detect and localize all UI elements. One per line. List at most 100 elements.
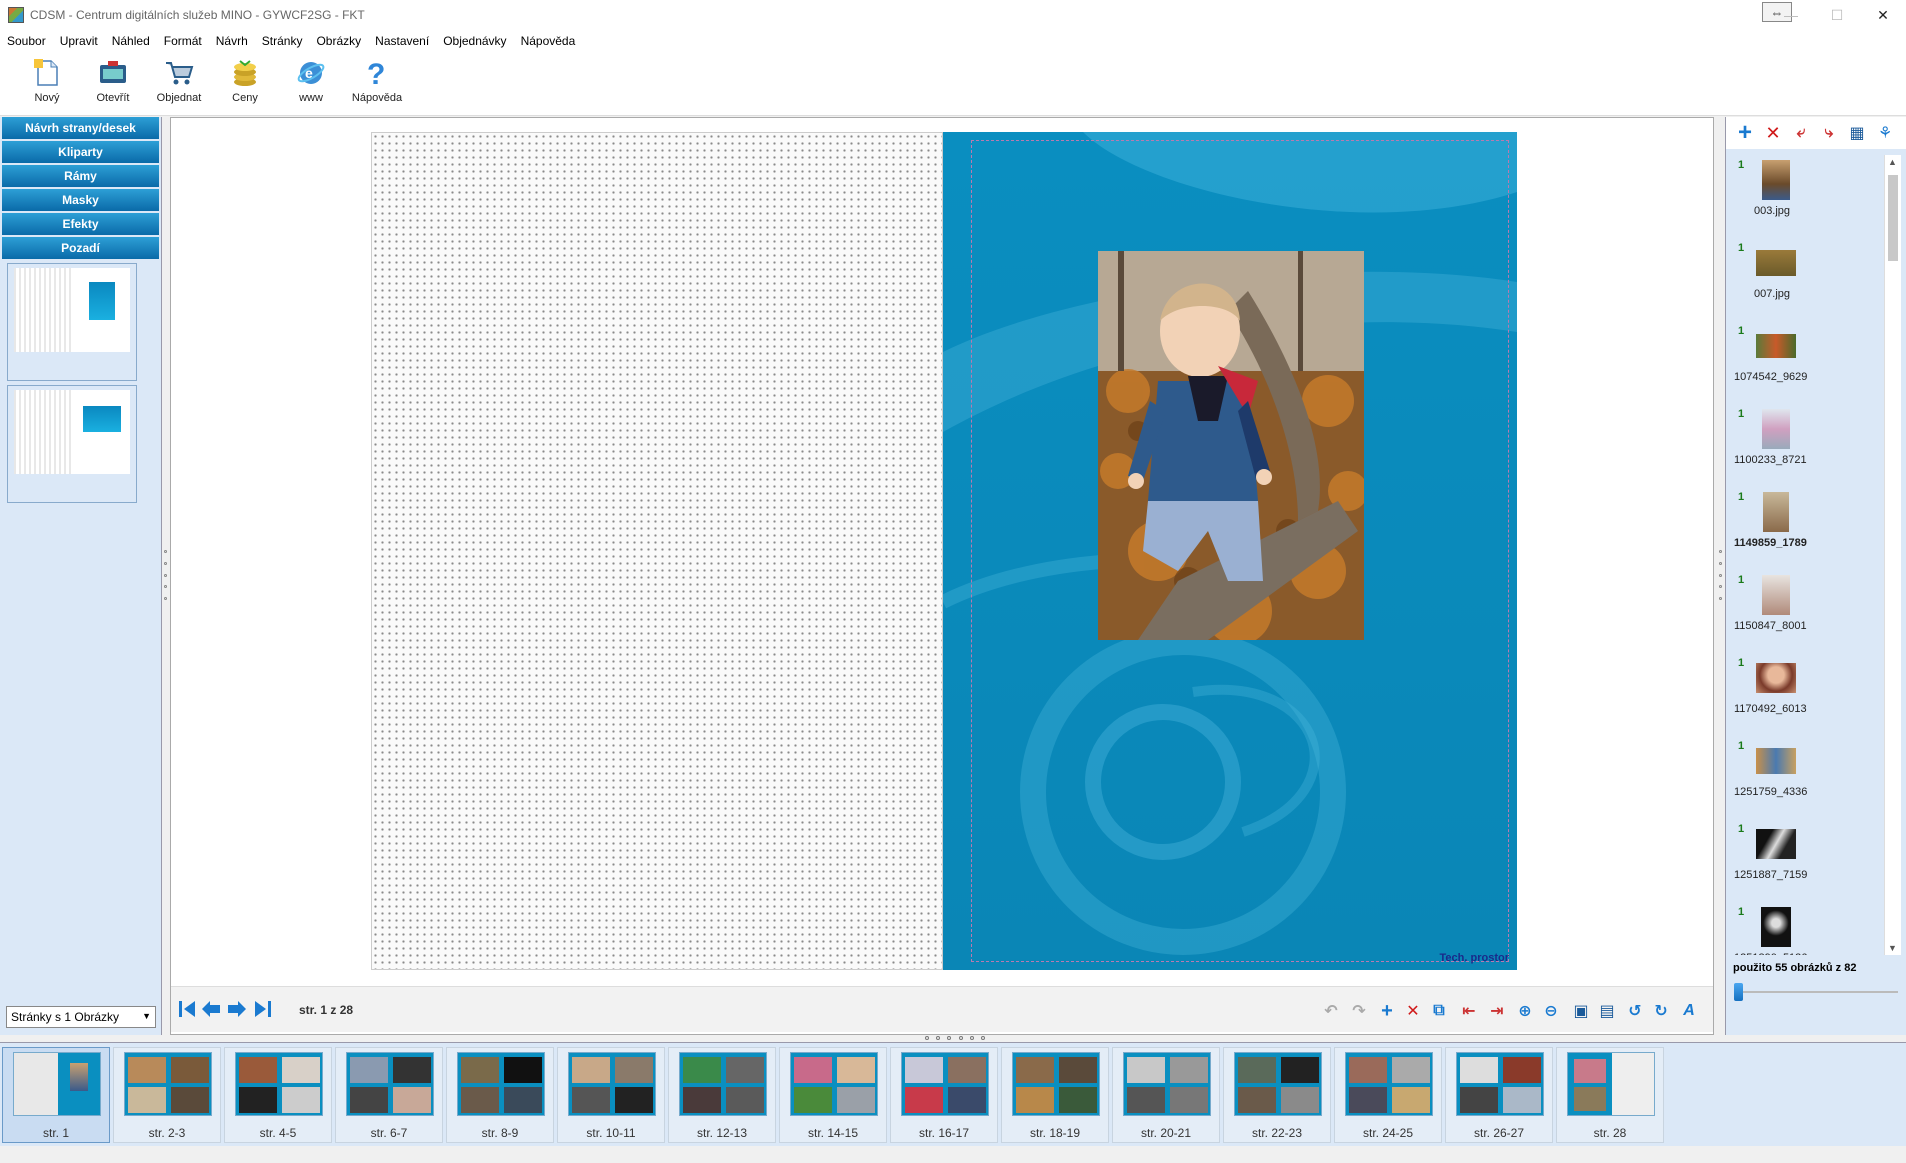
image-name: 1170492_6013 (1734, 703, 1807, 715)
menu-upravit[interactable]: Upravit (53, 34, 105, 48)
menu-format[interactable]: Formát (157, 34, 209, 48)
open-button[interactable]: Otevřít (80, 52, 146, 115)
new-button[interactable]: Nový (14, 52, 80, 115)
category-backgrounds[interactable]: Pozadí (2, 237, 159, 259)
close-icon[interactable]: ✕ (1860, 0, 1906, 30)
move-page-right-icon[interactable]: ⇥ (1487, 1001, 1507, 1021)
left-page-empty[interactable] (371, 132, 943, 970)
image-list-scrollbar[interactable]: ▲ ▼ (1884, 155, 1901, 955)
image-item[interactable]: 1 003.jpg (1730, 155, 1890, 238)
usage-count: 1 (1738, 574, 1745, 586)
menu-stranky[interactable]: Stránky (255, 34, 310, 48)
menu-objednavky[interactable]: Objednávky (436, 34, 513, 48)
fit-page-icon[interactable]: ▣ (1571, 1001, 1591, 1021)
rotate-left-icon[interactable]: ↺ (1625, 1001, 1645, 1021)
image-item[interactable]: 1 1251887_7159 (1730, 819, 1890, 902)
maximize-icon[interactable]: ☐ (1814, 0, 1860, 30)
scrollbar-thumb[interactable] (1888, 175, 1898, 261)
image-item[interactable]: 1 007.jpg (1730, 238, 1890, 321)
category-masks[interactable]: Masky (2, 189, 159, 211)
rotate-right-icon[interactable]: ↻ (1651, 1001, 1671, 1021)
undo-icon[interactable]: ↶ (1321, 1001, 1341, 1021)
page-thumb-8-9[interactable]: str. 8-9 (446, 1047, 554, 1143)
category-effects[interactable]: Efekty (2, 213, 159, 235)
page-thumb-18-19[interactable]: str. 18-19 (1001, 1047, 1109, 1143)
move-page-left-icon[interactable]: ⇤ (1459, 1001, 1479, 1021)
page-thumb-6-7[interactable]: str. 6-7 (335, 1047, 443, 1143)
page-thumb-10-11[interactable]: str. 10-11 (557, 1047, 665, 1143)
page-thumb-28[interactable]: str. 28 (1556, 1047, 1664, 1143)
page-thumb-20-21[interactable]: str. 20-21 (1112, 1047, 1220, 1143)
image-item[interactable]: 1 1150847_8001 (1730, 570, 1890, 653)
page-thumb-1[interactable]: str. 1 (2, 1047, 110, 1143)
auto-fill-icon[interactable]: ⚘ (1874, 122, 1896, 144)
previous-page-icon[interactable] (199, 997, 223, 1021)
category-page-design[interactable]: Návrh strany/desek (2, 117, 159, 139)
next-page-icon[interactable] (225, 997, 249, 1021)
image-name: 1074542_9629 (1734, 371, 1808, 383)
category-cliparts[interactable]: Kliparty (2, 141, 159, 163)
image-item[interactable]: 1 1074542_9629 (1730, 321, 1890, 404)
scroll-up-icon[interactable]: ▲ (1888, 157, 1897, 167)
image-item[interactable]: 1 1100233_8721 (1730, 404, 1890, 487)
menu-napoveda[interactable]: Nápověda (514, 34, 583, 48)
usage-count: 1 (1738, 823, 1745, 835)
zoom-out-icon[interactable]: ⊖ (1541, 1001, 1561, 1021)
thumbnail-size-slider[interactable] (1734, 983, 1898, 1001)
zoom-in-icon[interactable]: ⊕ (1515, 1001, 1535, 1021)
www-button[interactable]: e www (278, 52, 344, 115)
page-thumb-16-17[interactable]: str. 16-17 (890, 1047, 998, 1143)
preview-icon[interactable]: ▤ (1597, 1001, 1617, 1021)
delete-page-icon[interactable]: ✕ (1403, 1001, 1423, 1021)
images-panel: + ✕ ⤶ ⤷ ▦ ⚘ 1 003.jpg 1 007.jpg 1 107454… (1725, 117, 1906, 1035)
minimize-icon[interactable]: — (1768, 0, 1814, 30)
page-thumb-14-15[interactable]: str. 14-15 (779, 1047, 887, 1143)
prices-button[interactable]: Ceny (212, 52, 278, 115)
left-splitter-handle[interactable] (162, 550, 168, 600)
export-icon[interactable]: ⤷ (1818, 122, 1840, 144)
slider-knob[interactable] (1734, 983, 1743, 1001)
menu-nastaveni[interactable]: Nastavení (368, 34, 436, 48)
image-item[interactable]: 1 1170492_6013 (1730, 653, 1890, 736)
first-page-icon[interactable] (175, 997, 199, 1021)
text-tool-icon[interactable]: A (1679, 1001, 1699, 1021)
image-item[interactable]: 1 1149859_1789 (1730, 487, 1890, 570)
image-thumbnail (1756, 325, 1796, 367)
image-thumbnail (1756, 657, 1796, 699)
page-thumb-26-27[interactable]: str. 26-27 (1445, 1047, 1553, 1143)
image-item[interactable]: 1 1251890_5136 (1730, 902, 1890, 955)
menu-navrh[interactable]: Návrh (209, 34, 255, 48)
image-list: 1 003.jpg 1 007.jpg 1 1074542_9629 1 110… (1730, 155, 1890, 955)
add-image-icon[interactable]: + (1734, 119, 1756, 146)
cover-photo[interactable] (1098, 251, 1364, 640)
page-thumb-2-3[interactable]: str. 2-3 (113, 1047, 221, 1143)
usage-count: 1 (1738, 740, 1745, 752)
layout-option-portrait[interactable] (7, 263, 137, 381)
scroll-down-icon[interactable]: ▼ (1888, 943, 1897, 953)
add-page-icon[interactable]: + (1377, 1000, 1397, 1022)
menu-obrazky[interactable]: Obrázky (309, 34, 368, 48)
order-button[interactable]: Objednat (146, 52, 212, 115)
image-item[interactable]: 1 1251759_4336 (1730, 736, 1890, 819)
right-page[interactable]: Tech. prostor (943, 132, 1517, 970)
remove-image-icon[interactable]: ✕ (1762, 122, 1784, 144)
page-thumb-12-13[interactable]: str. 12-13 (668, 1047, 776, 1143)
import-folder-icon[interactable]: ⤶ (1790, 122, 1812, 144)
last-page-icon[interactable] (251, 997, 275, 1021)
help-button[interactable]: ? Nápověda (344, 52, 410, 115)
category-frames[interactable]: Rámy (2, 165, 159, 187)
image-thumbnail (1756, 408, 1796, 450)
redo-icon[interactable]: ↷ (1349, 1001, 1369, 1021)
layout-option-landscape[interactable] (7, 385, 137, 503)
coins-icon (229, 58, 261, 88)
menu-soubor[interactable]: Soubor (0, 34, 53, 48)
page-label: str. 14-15 (807, 1126, 859, 1140)
right-splitter-handle[interactable] (1717, 550, 1723, 600)
layout-filter-select[interactable]: Stránky s 1 Obrázky ▼ (6, 1006, 156, 1028)
page-thumb-22-23[interactable]: str. 22-23 (1223, 1047, 1331, 1143)
image-settings-icon[interactable]: ▦ (1846, 122, 1868, 144)
page-thumb-4-5[interactable]: str. 4-5 (224, 1047, 332, 1143)
insert-page-icon[interactable]: ⧉ (1429, 1001, 1449, 1021)
menu-nahled[interactable]: Náhled (105, 34, 157, 48)
page-thumb-24-25[interactable]: str. 24-25 (1334, 1047, 1442, 1143)
